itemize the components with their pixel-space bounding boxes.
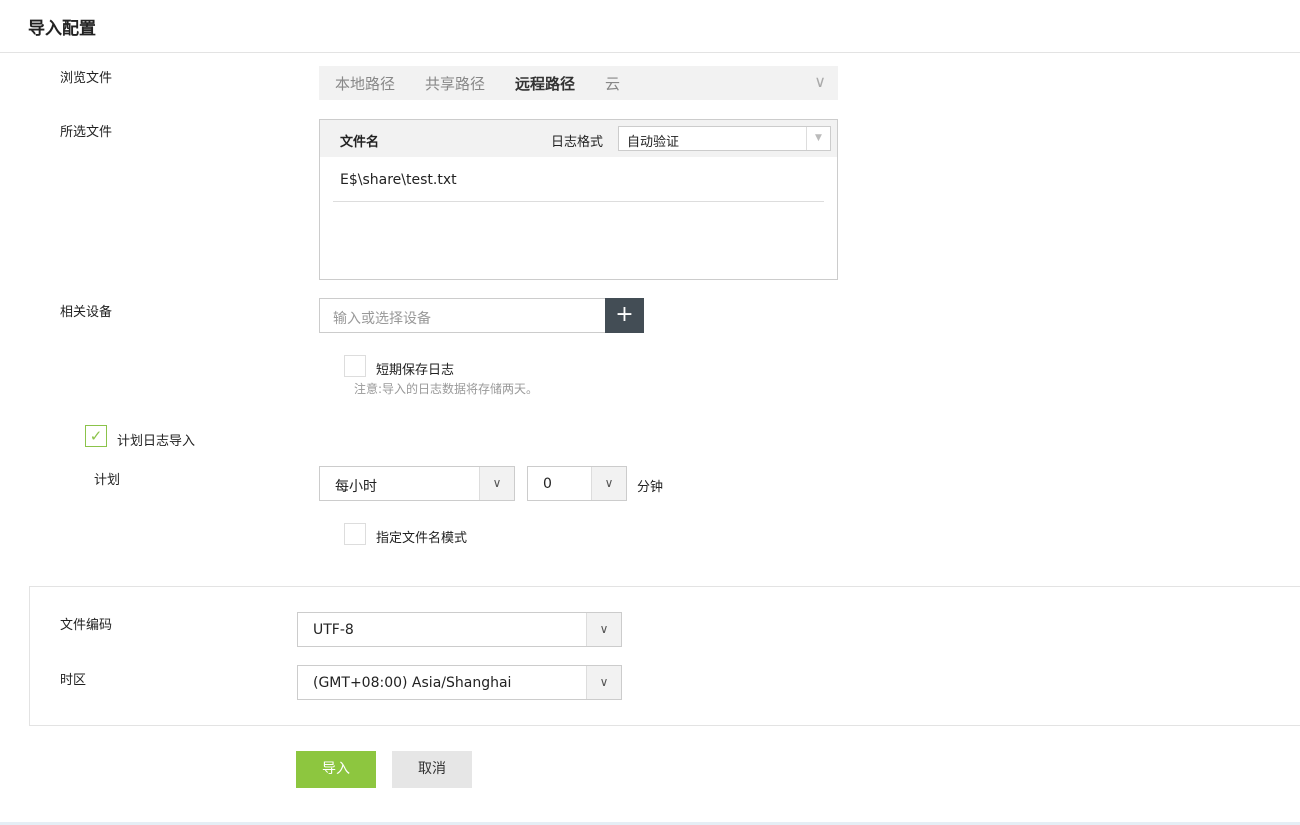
chevron-down-icon: ∨ [591,467,626,500]
cancel-button[interactable]: 取消 [392,751,472,788]
scheduled-checkbox[interactable]: ✓ [85,425,107,447]
chevron-down-icon: ∨ [586,666,621,699]
device-label: 相关设备 [60,305,113,320]
minute-unit: 分钟 [637,480,664,495]
schedule-label: 计划 [94,473,121,488]
chevron-down-icon: ∨ [586,613,621,646]
timezone-select[interactable]: (GMT+08:00) Asia/Shanghai ∨ [297,665,622,700]
minute-select[interactable]: 0 ∨ [527,466,627,501]
log-format-label: 日志格式 [551,135,604,150]
add-device-button[interactable]: + [605,298,644,333]
filename-header: 文件名 [340,135,380,150]
file-table: 文件名 日志格式 自动验证 ▼ E$\share\test.txt [319,119,838,280]
frequency-select[interactable]: 每小时 ∨ [319,466,515,501]
selected-label: 所选文件 [60,125,113,140]
check-icon: ✓ [89,427,103,445]
short-term-label: 短期保存日志 [376,363,455,378]
chevron-down-icon[interactable]: ∨ [814,72,826,91]
timezone-value: (GMT+08:00) Asia/Shanghai [313,675,512,691]
tab-remote[interactable]: 远程路径 [515,73,575,94]
encoding-value: UTF-8 [313,622,354,638]
short-term-note: 注意:导入的日志数据将存储两天。 [354,382,539,396]
encoding-label: 文件编码 [60,618,113,633]
minute-value: 0 [543,476,552,492]
short-term-checkbox[interactable] [344,355,366,377]
log-format-select[interactable]: 自动验证 ▼ [618,126,831,151]
timezone-label: 时区 [60,673,87,688]
chevron-down-icon: ∨ [479,467,514,500]
tab-local[interactable]: 本地路径 [335,73,395,94]
scheduled-label: 计划日志导入 [117,434,196,449]
encoding-select[interactable]: UTF-8 ∨ [297,612,622,647]
log-format-value: 自动验证 [627,135,680,150]
import-button[interactable]: 导入 [296,751,376,788]
browse-label: 浏览文件 [60,71,113,86]
file-row: E$\share\test.txt [333,172,824,202]
tab-shared[interactable]: 共享路径 [425,73,485,94]
device-input[interactable]: 输入或选择设备 [319,298,606,333]
page-title: 导入配置 [28,19,96,39]
caret-down-icon: ▼ [806,127,830,150]
tab-cloud[interactable]: 云 [605,73,620,94]
filename-pattern-checkbox[interactable] [344,523,366,545]
filename-pattern-label: 指定文件名模式 [376,531,468,546]
path-tabs: 本地路径 共享路径 远程路径 云 ∨ [319,66,838,100]
frequency-value: 每小时 [335,479,377,495]
divider [0,52,1300,53]
encoding-section [29,586,1300,726]
